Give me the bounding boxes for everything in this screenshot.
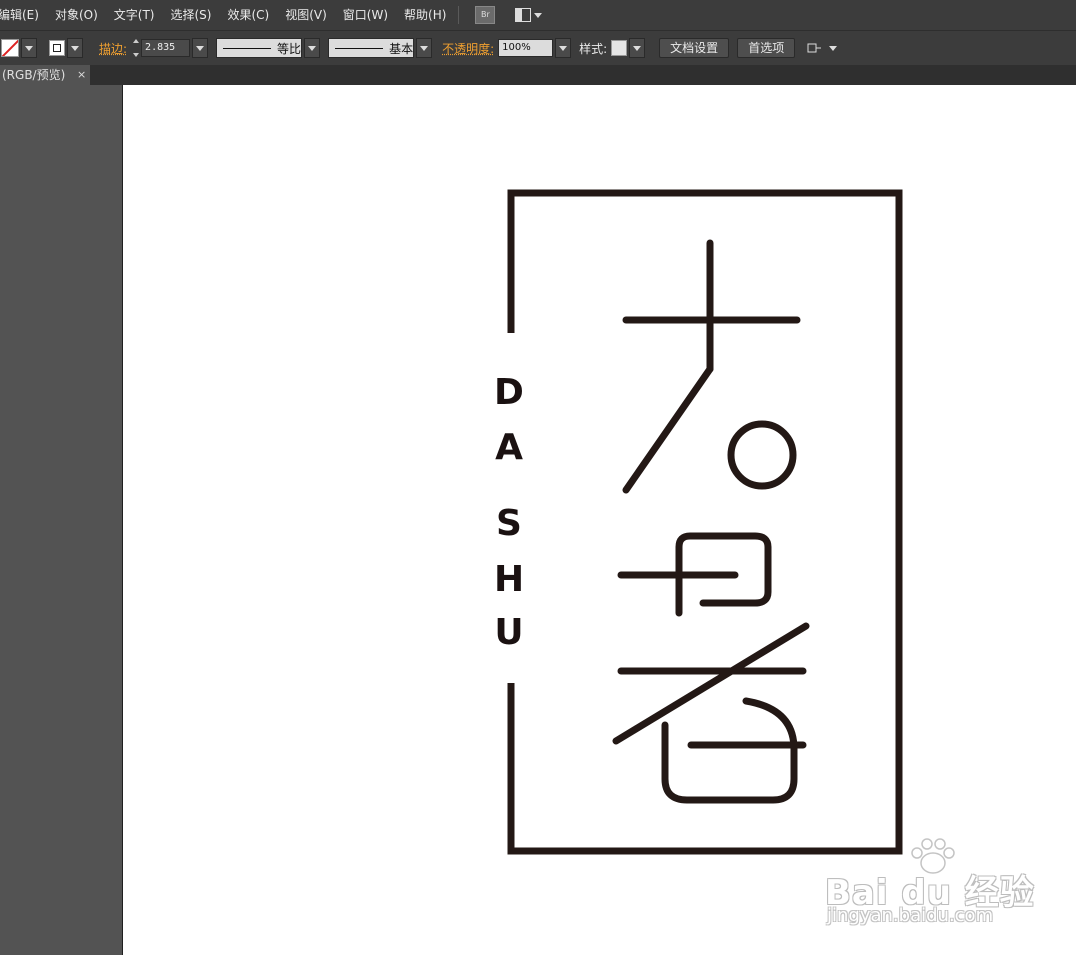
brush-dropdown[interactable] (416, 38, 432, 58)
document-setup-button[interactable]: 文档设置 (659, 38, 729, 58)
shu-bottom-shape (665, 701, 794, 800)
vertical-letter-a[interactable]: A (494, 430, 524, 466)
chevron-down-icon (308, 46, 316, 51)
stroke-dropdown[interactable] (67, 38, 83, 58)
shu-diagonal (616, 626, 806, 741)
brush-label: 基本 (389, 40, 413, 57)
da-stroke-circle (731, 424, 793, 486)
vertical-letter-s[interactable]: S (494, 506, 524, 542)
chevron-down-icon (420, 46, 428, 51)
menu-help[interactable]: 帮助(H) (396, 0, 454, 30)
brush-definition-select[interactable]: 基本 (328, 38, 414, 58)
chevron-down-icon (829, 46, 837, 51)
chevron-down-icon (534, 13, 542, 18)
chevron-down-icon (633, 46, 641, 51)
bridge-button[interactable]: Br (475, 6, 495, 24)
watermark-url: jingyan.baidu.com (827, 905, 993, 926)
layout-icon (515, 8, 531, 22)
stroke-weight-input[interactable]: 2.835 (141, 39, 190, 57)
variable-width-profile-select[interactable]: 等比 (216, 38, 302, 58)
menu-type[interactable]: 文字(T) (106, 0, 163, 30)
fill-swatch-icon[interactable] (1, 39, 19, 57)
opacity-input[interactable]: 100% (498, 39, 553, 57)
document-tab-bar: (RGB/预览) × (0, 65, 1076, 86)
menu-window[interactable]: 窗口(W) (335, 0, 396, 30)
stroke-swatch-icon[interactable] (49, 40, 65, 56)
menu-edit[interactable]: 编辑(E) (0, 0, 47, 30)
profile-dropdown[interactable] (304, 38, 320, 58)
profile-line-preview (223, 48, 271, 49)
canvas-area[interactable]: D A S H U Bai du 经验 jingyan.baidu.com (0, 85, 1076, 955)
vertical-letter-u[interactable]: U (494, 615, 524, 651)
opacity-dropdown[interactable] (555, 38, 571, 58)
control-panel-menu[interactable] (807, 42, 837, 54)
menu-divider (458, 6, 459, 24)
chevron-down-icon (559, 46, 567, 51)
close-icon[interactable]: × (77, 65, 86, 85)
frame-left-top (511, 193, 899, 851)
da-stroke-diagonal (626, 369, 710, 490)
stroke-weight-label[interactable]: 描边: (99, 40, 127, 57)
style-label: 样式: (579, 40, 607, 57)
chevron-down-icon (71, 46, 79, 51)
logo-artwork[interactable] (123, 85, 1076, 955)
menu-effect[interactable]: 效果(C) (219, 0, 277, 30)
fill-dropdown[interactable] (21, 38, 37, 58)
menu-bar: 编辑(E) 对象(O) 文字(T) 选择(S) 效果(C) 视图(V) 窗口(W… (0, 0, 1076, 30)
menu-select[interactable]: 选择(S) (162, 0, 219, 30)
control-bar: 描边: 2.835 等比 基本 不透明度: 100% 样式: 文档设置 首选项 (0, 30, 1076, 65)
opacity-label[interactable]: 不透明度: (442, 40, 494, 57)
menu-object[interactable]: 对象(O) (47, 0, 106, 30)
brush-line-preview (335, 48, 383, 49)
style-dropdown[interactable] (629, 38, 645, 58)
baidu-watermark: Bai du 经验 jingyan.baidu.com (825, 837, 1055, 937)
artboard[interactable]: D A S H U Bai du 经验 jingyan.baidu.com (122, 85, 1076, 955)
document-tab[interactable]: (RGB/预览) × (0, 65, 90, 85)
menu-view[interactable]: 视图(V) (277, 0, 335, 30)
document-tab-label: (RGB/预览) (2, 65, 65, 85)
stroke-weight-dropdown[interactable] (192, 38, 208, 58)
flyout-icon (807, 42, 823, 54)
arrange-documents-button[interactable] (515, 8, 542, 22)
vertical-letter-d[interactable]: D (494, 375, 524, 411)
vertical-letter-h[interactable]: H (494, 562, 524, 598)
chevron-down-icon (196, 46, 204, 51)
logo-strokes (511, 193, 899, 851)
stroke-weight-stepper[interactable] (131, 39, 141, 57)
graphic-style-swatch[interactable] (611, 40, 627, 56)
preferences-button[interactable]: 首选项 (737, 38, 795, 58)
profile-label: 等比 (277, 40, 301, 57)
chevron-down-icon (25, 46, 33, 51)
